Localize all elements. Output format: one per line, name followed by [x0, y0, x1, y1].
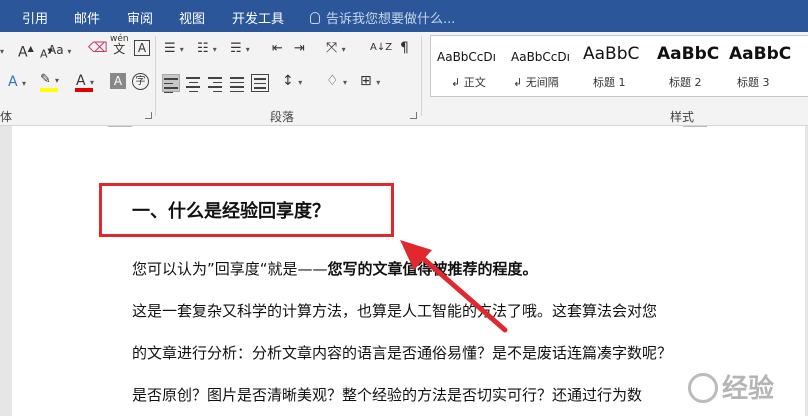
watermark-logo-icon	[688, 373, 718, 403]
watermark: 经验	[688, 368, 804, 408]
red-arrow-annotation	[400, 240, 508, 333]
